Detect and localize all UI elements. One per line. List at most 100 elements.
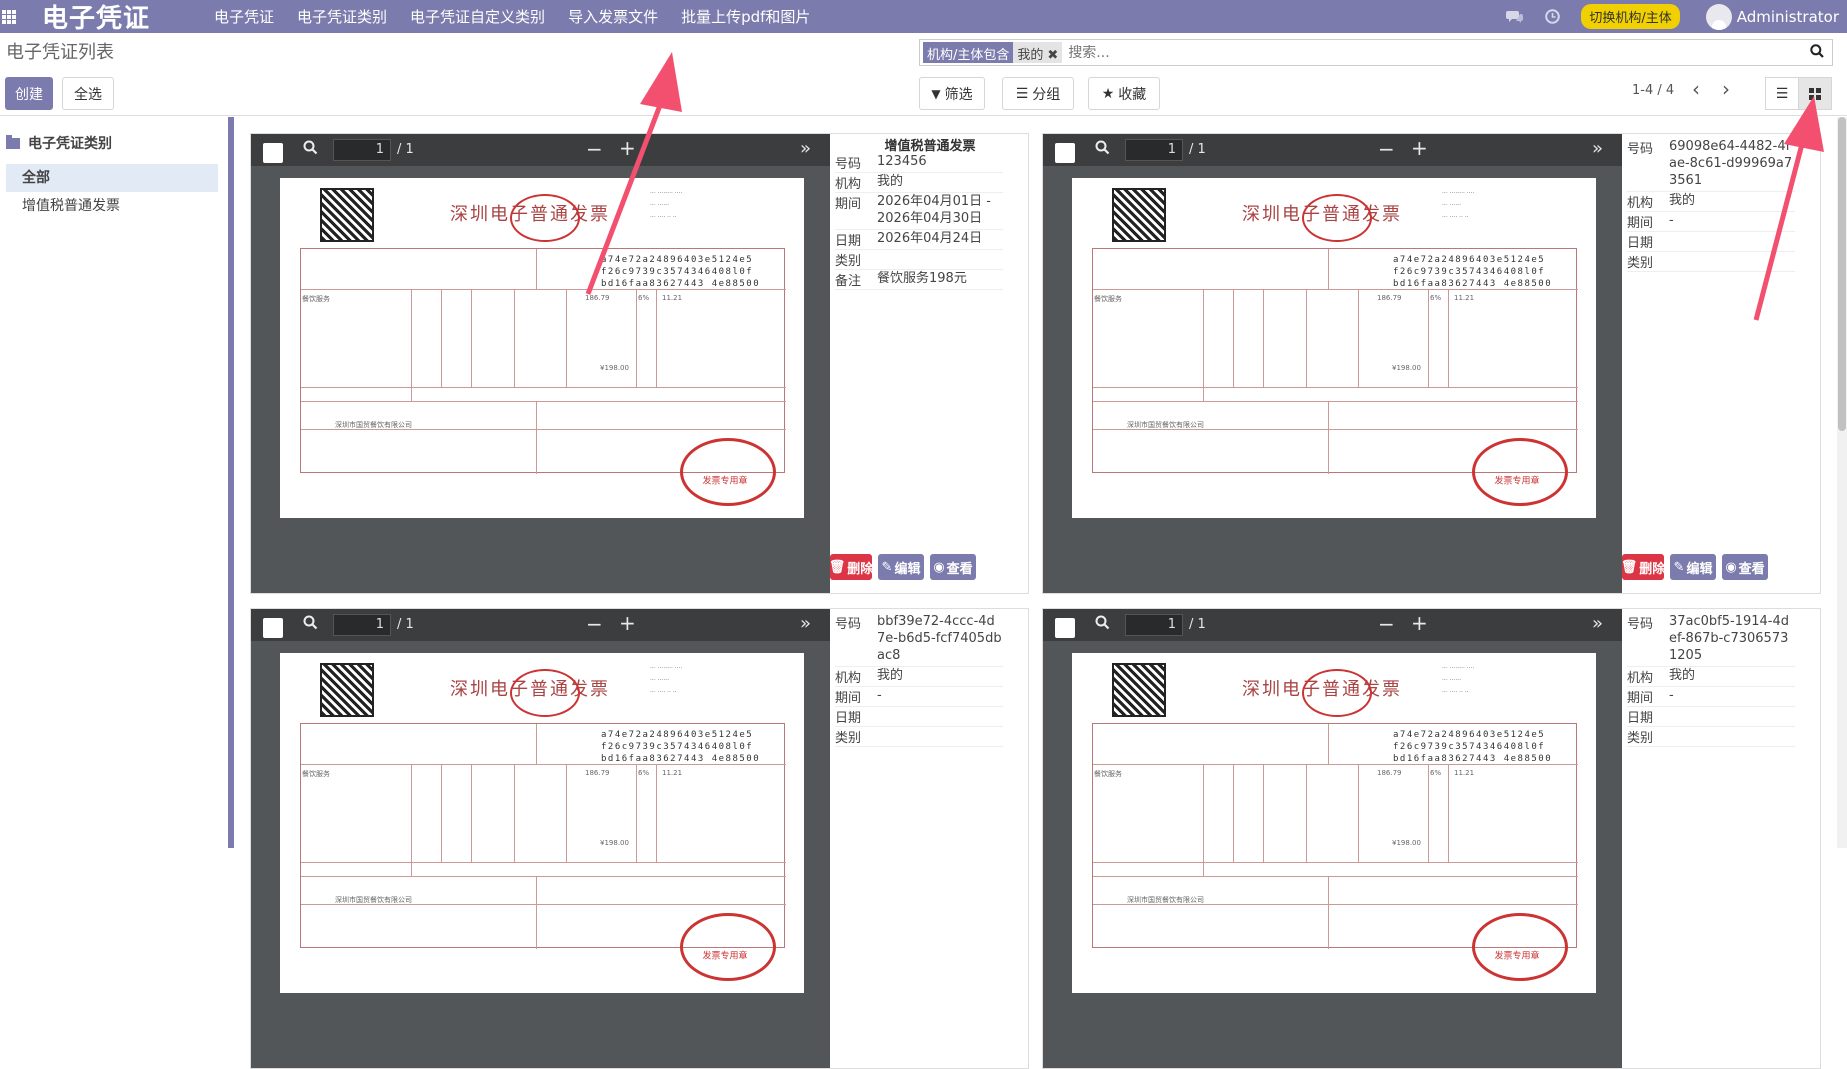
filter-button[interactable]: ▼ 筛选 bbox=[919, 77, 985, 110]
pdf-search-icon[interactable] bbox=[1095, 615, 1110, 634]
invoice-page: 深圳电子普通发票 ··· ········ ···· ··· ······ ··… bbox=[280, 178, 804, 518]
view-button[interactable]: ◉ 查看 bbox=[1722, 554, 1768, 580]
user-avatar[interactable] bbox=[1705, 3, 1732, 30]
invoice-amount: 186.79 bbox=[1377, 769, 1402, 777]
invoice-page: 深圳电子普通发票 ··· ········ ···· ··· ······ ··… bbox=[1072, 178, 1596, 518]
kanban-view-button[interactable] bbox=[1798, 77, 1832, 110]
list-icon: ☰ bbox=[1015, 85, 1029, 102]
pager-previous-icon[interactable]: ‹ bbox=[1692, 77, 1700, 101]
more-tools-icon[interactable]: » bbox=[1592, 138, 1603, 159]
menu-item-import-invoices[interactable]: 导入发票文件 bbox=[568, 6, 658, 27]
voucher-card[interactable]: 1 / 1 − + » 深圳电子普通发票 ··· ········ ···· ·… bbox=[1042, 608, 1821, 1069]
pdf-viewer[interactable]: 1 / 1 − + » 深圳电子普通发票 ··· ········ ···· ·… bbox=[1043, 609, 1622, 1068]
field-value: 37ac0bf5-1914-4def-867b-c73065731205 bbox=[1669, 614, 1790, 663]
card-select-checkbox[interactable] bbox=[263, 618, 283, 638]
activity-clock-icon[interactable] bbox=[1543, 8, 1561, 26]
search-input[interactable] bbox=[1068, 44, 1769, 61]
menu-item-voucher-categories[interactable]: 电子凭证类别 bbox=[297, 6, 387, 27]
zoom-in-icon[interactable]: + bbox=[1411, 136, 1428, 160]
field-row: 期间 - bbox=[1627, 687, 1795, 707]
zoom-out-icon[interactable]: − bbox=[586, 137, 603, 161]
field-label: 类别 bbox=[1627, 256, 1654, 271]
field-label: 机构 bbox=[1627, 196, 1654, 211]
apps-menu-icon[interactable] bbox=[2, 9, 16, 24]
pager-next-icon[interactable]: › bbox=[1722, 77, 1730, 101]
field-row: 类别 bbox=[1627, 252, 1795, 272]
delete-button[interactable]: 🗑 删除 bbox=[829, 554, 873, 580]
create-button[interactable]: 创建 bbox=[5, 77, 53, 110]
facet-value: 我的 ✖ bbox=[1013, 42, 1063, 63]
search-icon[interactable] bbox=[1810, 44, 1824, 62]
pdf-page-input[interactable]: 1 bbox=[1125, 614, 1183, 636]
voucher-card[interactable]: 1 / 1 − + » 深圳电子普通发票 ··· ········ ···· ·… bbox=[250, 133, 1029, 594]
view-button[interactable]: ◉ 查看 bbox=[930, 554, 976, 580]
list-view-button[interactable]: ☰ bbox=[1765, 77, 1799, 110]
select-all-button[interactable]: 全选 bbox=[62, 77, 114, 110]
field-label: 类别 bbox=[1627, 731, 1654, 746]
menu-item-batch-upload[interactable]: 批量上传pdf和图片 bbox=[681, 6, 810, 27]
pdf-page-total: / 1 bbox=[1189, 142, 1206, 157]
zoom-in-icon[interactable]: + bbox=[619, 611, 636, 635]
pdf-page-input[interactable]: 1 bbox=[1125, 139, 1183, 161]
sidebar-item-vat-invoice[interactable]: 增值税普通发票 bbox=[6, 192, 218, 220]
invoice-page: 深圳电子普通发票 ··· ········ ···· ··· ······ ··… bbox=[1072, 653, 1596, 993]
user-name[interactable]: Administrator bbox=[1737, 8, 1839, 26]
zoom-out-icon[interactable]: − bbox=[1378, 612, 1395, 636]
field-value: 我的 bbox=[1669, 193, 1696, 208]
more-tools-icon[interactable]: » bbox=[1592, 613, 1603, 634]
facet-remove-icon[interactable]: ✖ bbox=[1047, 48, 1058, 63]
zoom-out-icon[interactable]: − bbox=[586, 612, 603, 636]
pdf-search-icon[interactable] bbox=[303, 615, 318, 634]
field-label: 类别 bbox=[835, 254, 862, 269]
switch-organization-button[interactable]: 切换机构/主体 bbox=[1581, 4, 1680, 29]
pdf-search-icon[interactable] bbox=[1095, 140, 1110, 159]
pdf-search-icon[interactable] bbox=[303, 140, 318, 159]
group-by-button[interactable]: ☰ 分组 bbox=[1002, 77, 1074, 110]
pdf-viewer[interactable]: 1 / 1 − + » 深圳电子普通发票 ··· ········ ···· ·… bbox=[251, 609, 830, 1068]
field-row: 期间 2026年04月01日 - 2026年04月30日 bbox=[835, 193, 1003, 230]
pdf-viewer[interactable]: 1 / 1 − + » 深圳电子普通发票 ··· ········ ···· ·… bbox=[251, 134, 830, 593]
menu-item-vouchers[interactable]: 电子凭证 bbox=[214, 6, 274, 27]
pdf-viewer[interactable]: 1 / 1 − + » 深圳电子普通发票 ··· ········ ···· ·… bbox=[1043, 134, 1622, 593]
field-label: 号码 bbox=[835, 617, 862, 632]
pdf-page-input[interactable]: 1 bbox=[333, 139, 391, 161]
invoice-seller: 深圳市国贸餐饮有限公司 bbox=[1127, 421, 1204, 429]
field-label: 期间 bbox=[1627, 216, 1654, 231]
more-tools-icon[interactable]: » bbox=[800, 613, 811, 634]
edit-button[interactable]: ✎ 编辑 bbox=[1670, 554, 1716, 580]
more-tools-icon[interactable]: » bbox=[800, 138, 811, 159]
field-row: 备注 餐饮服务198元 bbox=[835, 270, 1003, 290]
voucher-card[interactable]: 1 / 1 − + » 深圳电子普通发票 ··· ········ ···· ·… bbox=[1042, 133, 1821, 594]
field-value: 123456 bbox=[877, 154, 927, 169]
pdf-page-total: / 1 bbox=[1189, 617, 1206, 632]
invoice-tax-rate: 6% bbox=[638, 294, 650, 302]
zoom-in-icon[interactable]: + bbox=[1411, 611, 1428, 635]
vertical-scrollbar[interactable] bbox=[1837, 117, 1847, 848]
zoom-in-icon[interactable]: + bbox=[619, 136, 636, 160]
card-select-checkbox[interactable] bbox=[263, 143, 283, 163]
main-menu: 电子凭证 电子凭证类别 电子凭证自定义类别 导入发票文件 批量上传pdf和图片 bbox=[214, 6, 833, 27]
category-sidebar: 电子凭证类别 全部 增值税普通发票 bbox=[0, 117, 228, 848]
menu-item-custom-categories[interactable]: 电子凭证自定义类别 bbox=[410, 6, 545, 27]
search-bar[interactable]: 机构/主体包含 我的 ✖ bbox=[919, 39, 1833, 66]
invoice-tax-rate: 6% bbox=[1430, 769, 1442, 777]
voucher-info: 号码 69098e64-4482-4fae-8c61-d99969a73561 … bbox=[1622, 134, 1820, 593]
chat-icon[interactable] bbox=[1505, 8, 1523, 26]
edit-button[interactable]: ✎ 编辑 bbox=[878, 554, 924, 580]
favorites-button[interactable]: ★ 收藏 bbox=[1088, 77, 1160, 110]
pdf-page-input[interactable]: 1 bbox=[333, 614, 391, 636]
invoice-seal-top bbox=[1302, 669, 1372, 717]
invoice-tax-rate: 6% bbox=[638, 769, 650, 777]
field-value: - bbox=[877, 688, 882, 703]
card-select-checkbox[interactable] bbox=[1055, 143, 1075, 163]
invoice-tax: 11.21 bbox=[1454, 294, 1475, 302]
sidebar-item-all[interactable]: 全部 bbox=[6, 164, 218, 192]
voucher-info: 号码 37ac0bf5-1914-4def-867b-c73065731205 … bbox=[1622, 609, 1820, 1068]
card-select-checkbox[interactable] bbox=[1055, 618, 1075, 638]
voucher-card[interactable]: 1 / 1 − + » 深圳电子普通发票 ··· ········ ···· ·… bbox=[250, 608, 1029, 1069]
pager-value[interactable]: 1-4 / 4 bbox=[1632, 83, 1674, 98]
field-row: 日期 2026年04月24日 bbox=[835, 230, 1003, 250]
field-value: 2026年04月24日 bbox=[877, 231, 983, 246]
zoom-out-icon[interactable]: − bbox=[1378, 137, 1395, 161]
delete-button[interactable]: 🗑 删除 bbox=[1621, 554, 1665, 580]
